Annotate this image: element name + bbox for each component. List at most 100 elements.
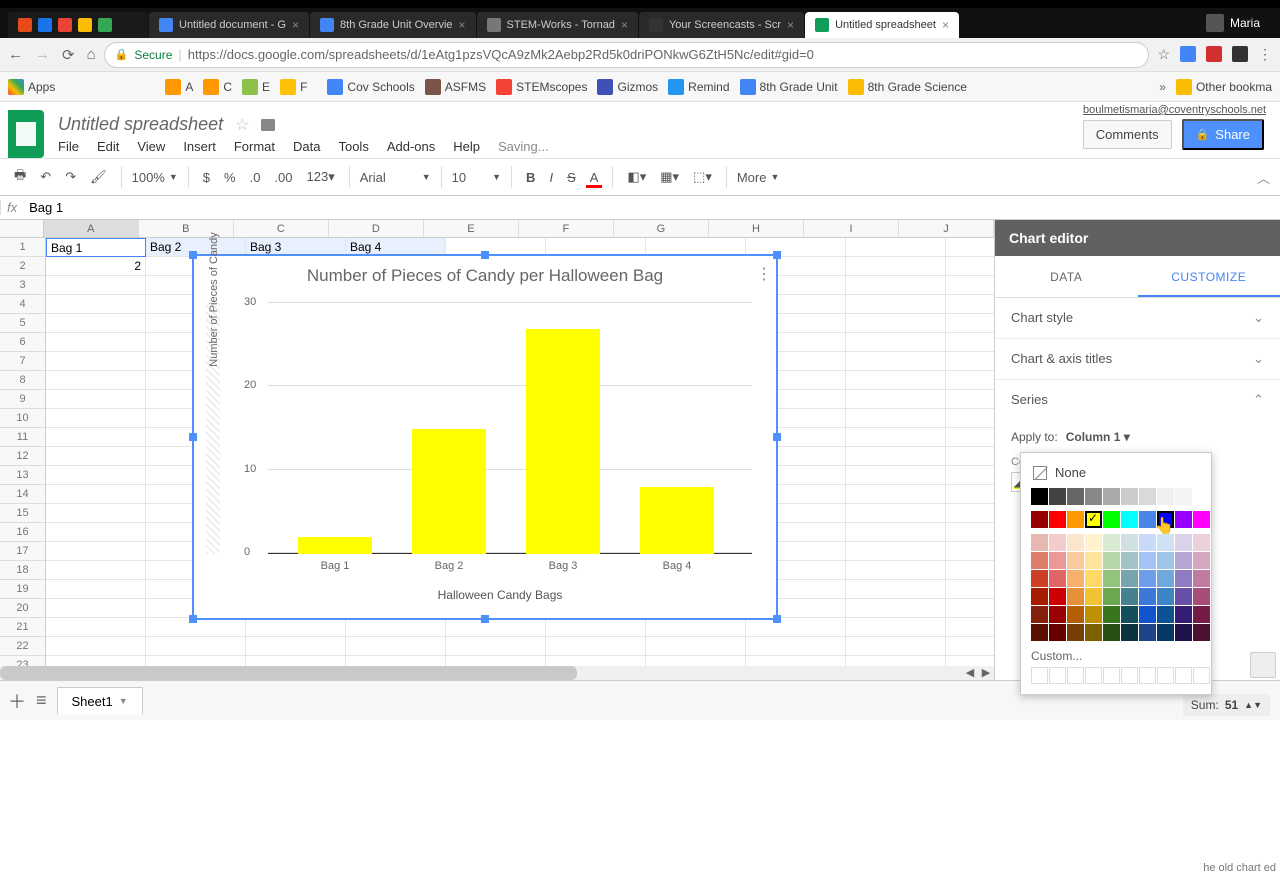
resize-handle[interactable] — [773, 433, 781, 441]
color-swatch[interactable] — [1121, 570, 1138, 587]
col-header[interactable]: C — [234, 220, 329, 237]
color-swatch[interactable] — [1121, 588, 1138, 605]
row-header[interactable]: 8 — [0, 371, 46, 390]
color-swatch[interactable] — [1085, 624, 1102, 641]
color-swatch[interactable] — [1067, 552, 1084, 569]
color-swatch[interactable] — [1175, 552, 1192, 569]
sheets-logo-icon[interactable] — [8, 110, 44, 158]
color-swatch[interactable] — [1049, 534, 1066, 551]
col-header[interactable]: H — [709, 220, 804, 237]
color-swatch[interactable] — [1103, 552, 1120, 569]
bookmark[interactable]: 8th Grade Science — [848, 79, 967, 95]
menu-tools[interactable]: Tools — [338, 139, 368, 154]
comments-button[interactable]: Comments — [1083, 120, 1172, 149]
bookmark[interactable]: Remind — [668, 79, 729, 95]
percent-icon[interactable]: % — [220, 166, 240, 189]
resize-handle[interactable] — [773, 251, 781, 259]
color-swatch[interactable] — [1103, 511, 1120, 528]
color-swatch[interactable] — [1103, 606, 1120, 623]
color-swatch[interactable] — [1049, 570, 1066, 587]
color-swatch[interactable] — [1175, 624, 1192, 641]
row-header[interactable]: 7 — [0, 352, 46, 371]
browser-tab[interactable] — [8, 12, 148, 38]
row-header[interactable]: 12 — [0, 447, 46, 466]
browser-tab[interactable]: STEM-Works - Tornad× — [477, 12, 638, 38]
color-swatch[interactable] — [1067, 624, 1084, 641]
color-swatch[interactable] — [1157, 488, 1174, 505]
browser-tab[interactable]: Your Screencasts - Scr× — [639, 12, 804, 38]
color-swatch[interactable] — [1121, 534, 1138, 551]
color-swatch[interactable] — [1193, 552, 1210, 569]
color-swatch[interactable] — [1121, 488, 1138, 505]
row-header[interactable]: 1 — [0, 238, 46, 257]
browser-tab[interactable]: 8th Grade Unit Overvie× — [310, 12, 476, 38]
resize-handle[interactable] — [481, 251, 489, 259]
color-swatch[interactable] — [1049, 552, 1066, 569]
close-icon[interactable]: × — [292, 18, 299, 32]
sheet-tab[interactable]: Sheet1▼ — [57, 687, 143, 715]
toolbar-more[interactable]: More ▼ — [737, 170, 780, 185]
color-swatch[interactable] — [1193, 488, 1210, 505]
spreadsheet-grid[interactable]: A B C D E F G H I J 12345678910111213141… — [0, 220, 994, 688]
color-swatch[interactable] — [1031, 588, 1048, 605]
color-swatch[interactable] — [1031, 534, 1048, 551]
color-swatch[interactable] — [1175, 511, 1192, 528]
color-swatch[interactable] — [1139, 570, 1156, 587]
color-swatch[interactable] — [1157, 606, 1174, 623]
row-header[interactable]: 22 — [0, 637, 46, 656]
resize-handle[interactable] — [773, 615, 781, 623]
color-swatch[interactable] — [1085, 606, 1102, 623]
url-input[interactable]: 🔒 Secure | https://docs.google.com/sprea… — [104, 42, 1150, 68]
browser-profile[interactable]: Maria — [1186, 8, 1280, 38]
bookmark[interactable]: E — [242, 79, 270, 95]
color-swatch-empty[interactable] — [1049, 667, 1066, 684]
menu-help[interactable]: Help — [453, 139, 480, 154]
row-header[interactable]: 19 — [0, 580, 46, 599]
row-header[interactable]: 9 — [0, 390, 46, 409]
account-email[interactable]: boulmetismaria@coventryschools.net — [1083, 104, 1266, 116]
bold-icon[interactable]: B — [522, 166, 539, 189]
color-swatch[interactable] — [1193, 511, 1210, 528]
bookmark[interactable]: F — [280, 79, 307, 95]
chart-bar[interactable] — [640, 487, 714, 554]
chart-bar[interactable] — [412, 429, 486, 554]
color-swatch[interactable] — [1067, 606, 1084, 623]
all-sheets-button[interactable]: ≡ — [36, 690, 47, 711]
color-swatch[interactable] — [1067, 534, 1084, 551]
col-header[interactable]: A — [44, 220, 139, 237]
color-custom[interactable]: Custom... — [1031, 649, 1201, 663]
doc-title[interactable]: Untitled spreadsheet — [58, 114, 223, 135]
resize-handle[interactable] — [189, 251, 197, 259]
color-swatch[interactable] — [1085, 488, 1102, 505]
col-header[interactable]: I — [804, 220, 899, 237]
menu-format[interactable]: Format — [234, 139, 275, 154]
color-swatch[interactable] — [1157, 552, 1174, 569]
color-swatch[interactable] — [1193, 588, 1210, 605]
chart-bar[interactable] — [298, 537, 372, 554]
color-swatch[interactable] — [1067, 588, 1084, 605]
color-swatch[interactable] — [1049, 588, 1066, 605]
italic-icon[interactable]: I — [545, 166, 557, 189]
color-swatch[interactable] — [1103, 534, 1120, 551]
row-header[interactable]: 20 — [0, 599, 46, 618]
color-swatch-empty[interactable] — [1139, 667, 1156, 684]
apply-to-select[interactable]: Column 1 ▾ — [1066, 430, 1130, 444]
color-swatch[interactable] — [1157, 570, 1174, 587]
dec-increase-icon[interactable]: .00 — [270, 166, 296, 189]
dec-decrease-icon[interactable]: .0 — [246, 166, 265, 189]
menu-view[interactable]: View — [137, 139, 165, 154]
color-swatch[interactable] — [1139, 588, 1156, 605]
color-swatch[interactable] — [1139, 606, 1156, 623]
menu-file[interactable]: File — [58, 139, 79, 154]
color-swatch[interactable] — [1139, 511, 1156, 528]
horizontal-scrollbar[interactable]: ◀▶ — [0, 666, 994, 680]
color-swatch[interactable] — [1175, 606, 1192, 623]
menu-icon[interactable]: ⋮ — [1258, 46, 1272, 63]
color-swatch-empty[interactable] — [1103, 667, 1120, 684]
row-header[interactable]: 4 — [0, 295, 46, 314]
bookmark[interactable]: Cov Schools — [327, 79, 414, 95]
bookmark[interactable]: Gizmos — [597, 79, 658, 95]
color-swatch[interactable] — [1139, 534, 1156, 551]
color-swatch[interactable] — [1067, 488, 1084, 505]
color-swatch[interactable] — [1103, 570, 1120, 587]
